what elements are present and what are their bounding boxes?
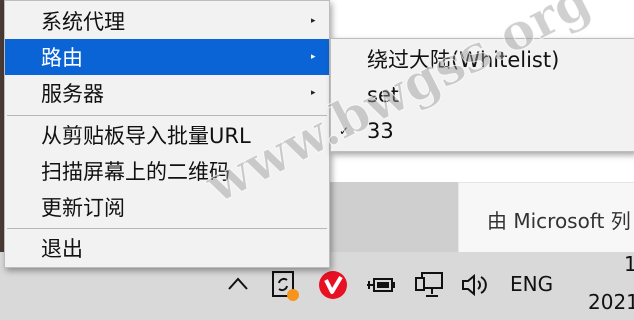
menu-item-system-proxy[interactable]: 系统代理 ▸ — [5, 3, 329, 39]
submenu-item-bypass-mainland[interactable]: 绕过大陆(Whitelist) — [331, 41, 634, 77]
network-icon[interactable] — [414, 270, 446, 300]
submenu-item-label: set — [367, 83, 400, 107]
menu-item-routing[interactable]: 路由 ▸ — [5, 39, 329, 75]
menu-item-scan-qr[interactable]: 扫描屏幕上的二维码 — [5, 153, 329, 189]
tray-context-menu: 系统代理 ▸ 路由 ▸ 服务器 ▸ 从剪贴板导入批量URL 扫描屏幕上的二维码 … — [4, 0, 330, 268]
menu-item-servers[interactable]: 服务器 ▸ — [5, 75, 329, 111]
submenu-arrow-icon: ▸ — [311, 52, 316, 62]
battery-plug-icon[interactable] — [366, 272, 396, 298]
checkmark-icon: ✓ — [339, 124, 350, 138]
chevron-up-icon[interactable] — [226, 272, 250, 296]
menu-item-import-clipboard[interactable]: 从剪贴板导入批量URL — [5, 117, 329, 153]
submenu-arrow-icon: ▸ — [311, 16, 316, 26]
menu-item-label: 更新订阅 — [41, 196, 125, 220]
menu-item-label: 退出 — [41, 237, 83, 261]
red-v-app-icon[interactable] — [318, 270, 348, 300]
menu-item-label: 服务器 — [41, 82, 104, 106]
submenu-item-33[interactable]: ✓ 33 — [331, 113, 634, 149]
menu-item-label: 从剪贴板导入批量URL — [41, 124, 251, 148]
submenu-arrow-icon: ▸ — [311, 88, 316, 98]
routing-submenu: 绕过大陆(Whitelist) set ✓ 33 — [330, 38, 634, 152]
menu-separator — [7, 115, 327, 116]
clock-time[interactable]: 1 — [624, 252, 634, 276]
submenu-item-label: 33 — [367, 119, 394, 143]
menu-item-label: 扫描屏幕上的二维码 — [41, 160, 230, 184]
menu-item-exit[interactable]: 退出 — [5, 230, 329, 266]
clock-date[interactable]: 2021 — [588, 290, 634, 314]
language-indicator[interactable]: ENG — [510, 272, 553, 296]
menu-item-label: 系统代理 — [41, 10, 125, 34]
submenu-item-set[interactable]: set — [331, 77, 634, 113]
menu-item-update-subscription[interactable]: 更新订阅 — [5, 189, 329, 225]
submenu-item-label: 绕过大陆(Whitelist) — [367, 48, 560, 72]
volume-icon[interactable] — [460, 272, 490, 298]
menu-item-label: 路由 — [41, 46, 83, 70]
notification-text: 由 Microsoft 列 — [487, 209, 631, 233]
menu-separator — [7, 228, 327, 229]
sync-app-icon[interactable] — [270, 268, 302, 302]
